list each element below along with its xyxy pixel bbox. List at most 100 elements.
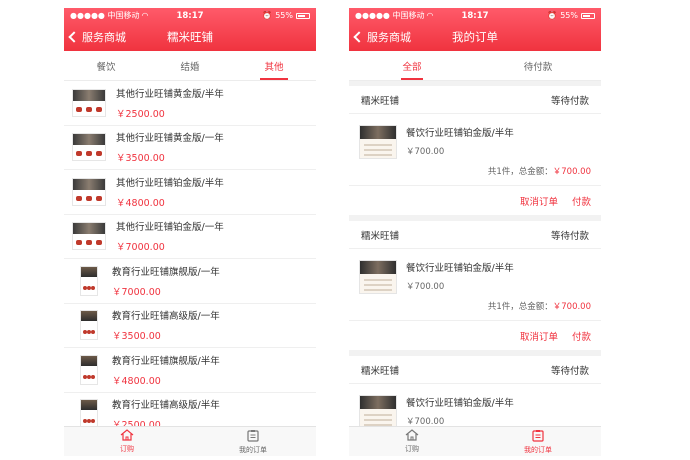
order-header: 糯米旺铺 等待付款 (349, 86, 601, 114)
order-card: 糯米旺铺 等待付款餐饮行业旺铺铂金版/半年￥700.00共1件，总金额：￥700.… (349, 356, 601, 426)
order-product-thumbnail (359, 395, 397, 426)
product-name: 教育行业旺铺高级版/一年 (112, 311, 220, 323)
product-price: ￥3500.00 (112, 331, 161, 343)
dish-dot (91, 330, 95, 335)
tabbar-label: 我的订单 (524, 445, 552, 454)
thumbnail-line (364, 414, 392, 416)
thumbnail-line (364, 289, 392, 291)
thumbnail-dishes (76, 151, 102, 157)
product-info: 其他行业旺铺黄金版/一年 ￥3500.00 (116, 130, 224, 164)
product-name: 其他行业旺铺黄金版/一年 (116, 133, 224, 145)
tab-all[interactable]: 全部 (349, 51, 475, 80)
thumbnail-line (364, 284, 392, 286)
product-price: ￥7000.00 (116, 242, 165, 254)
order-body[interactable]: 餐饮行业旺铺铂金版/半年￥700.00共1件，总金额：￥700.00 (349, 249, 601, 321)
dish-dot (86, 106, 92, 112)
product-info: 教育行业旺铺高级版/一年 ￥3500.00 (112, 308, 220, 342)
thumbnail-line (364, 144, 392, 146)
dish-dot (76, 195, 82, 201)
thumbnail-dishes (83, 374, 95, 380)
thumbnail-dishes (76, 106, 102, 112)
thumbnail-banner (81, 311, 97, 322)
shop-name: 糯米旺铺 (361, 365, 400, 377)
dish-dot (86, 151, 92, 157)
product-thumbnail (72, 88, 106, 117)
dish-dot (96, 195, 102, 201)
tabbar-item-order[interactable]: 订购 (64, 427, 190, 456)
tabbar-item-order[interactable]: 订购 (349, 427, 475, 456)
order-status: 等待付款 (550, 230, 589, 242)
tabbar-item-my-orders[interactable]: 我的订单 (190, 427, 316, 456)
bottom-tabbar: 订购 我的订单 (64, 426, 316, 456)
product-item[interactable]: 其他行业旺铺铂金版/半年 ￥4800.00 (64, 170, 316, 215)
pay-button[interactable]: 付款 (572, 329, 591, 343)
product-list: 其他行业旺铺黄金版/半年 ￥2500.00 其他行业旺铺黄金版/一年 ￥3500.00… (64, 81, 316, 426)
cancel-order-button[interactable]: 取消订单 (520, 329, 558, 343)
shop-name: 糯米旺铺 (361, 230, 400, 242)
product-item[interactable]: 其他行业旺铺黄金版/一年 ￥3500.00 (64, 126, 316, 170)
tab-pending-payment[interactable]: 待付款 (475, 51, 601, 80)
dish-dot (76, 240, 82, 246)
product-price: ￥4800.00 (112, 375, 161, 387)
order-status: 等待付款 (550, 365, 589, 377)
order-body[interactable]: 餐饮行业旺铺铂金版/半年￥700.00共1件，总金额：￥700.00 (349, 114, 601, 186)
tabbar-label: 订购 (120, 445, 134, 453)
product-info: 教育行业旺铺旗舰版/半年 ￥4800.00 (112, 353, 220, 387)
product-thumbnail (80, 310, 98, 341)
dish-dot (91, 419, 95, 424)
product-item[interactable]: 教育行业旺铺旗舰版/半年 ￥4800.00 (64, 348, 316, 393)
tab-catering[interactable]: 餐饮 (64, 51, 148, 80)
product-thumbnail (72, 222, 106, 251)
tabbar-label: 订购 (405, 445, 419, 453)
order-product-thumbnail (359, 125, 397, 159)
product-info: 教育行业旺铺旗舰版/一年 ￥7000.00 (112, 264, 220, 298)
back-button[interactable]: 服务商城 (353, 29, 411, 45)
tabbar-item-my-orders[interactable]: 我的订单 (475, 427, 601, 456)
order-total-amount: ￥700.00 (552, 167, 591, 177)
thumbnail-dishes (83, 419, 95, 424)
header: ●●●●● 中国移动 ◠ 18:17 ⏰ 55% 服务商城 糯米旺铺 (64, 8, 316, 51)
product-price: ￥2500.00 (112, 420, 161, 426)
product-item[interactable]: 其他行业旺铺黄金版/半年 ￥2500.00 (64, 81, 316, 126)
thumbnail-dishes (83, 330, 95, 335)
battery-icon (296, 12, 310, 19)
product-item[interactable]: 教育行业旺铺高级版/半年 ￥2500.00 (64, 393, 316, 426)
thumbnail-banner (73, 178, 105, 190)
product-list-screen: ●●●●● 中国移动 ◠ 18:17 ⏰ 55% 服务商城 糯米旺铺 餐饮 结婚 其… (64, 8, 316, 456)
home-icon (405, 429, 419, 443)
back-button[interactable]: 服务商城 (68, 29, 126, 45)
order-product-price: ￥700.00 (406, 417, 445, 426)
status-time: 18:17 (461, 10, 489, 21)
chevron-left-icon (353, 31, 365, 43)
dish-dot (91, 285, 95, 290)
dish-dot (96, 151, 102, 157)
product-thumbnail (80, 399, 98, 426)
battery-icon (581, 12, 595, 19)
product-thumbnail (80, 354, 98, 385)
tab-wedding[interactable]: 结婚 (148, 51, 232, 80)
order-card: 糯米旺铺 等待付款餐饮行业旺铺铂金版/半年￥700.00共1件，总金额：￥700.… (349, 221, 601, 350)
order-product-name: 餐饮行业旺铺铂金版/半年 (406, 128, 514, 139)
dish-dot (96, 240, 102, 246)
order-summary-label: 共1件，总金额： (487, 167, 553, 177)
status-bar: ●●●●● 中国移动 ◠ 18:17 ⏰ 55% (349, 8, 601, 23)
order-card: 糯米旺铺等待付款餐饮行业旺铺铂金版/半年￥700.00共1件，总金额：￥700.… (349, 86, 601, 215)
pay-button[interactable]: 付款 (572, 194, 591, 208)
thumbnail-banner (360, 261, 396, 274)
navbar: 服务商城 我的订单 (349, 23, 601, 51)
product-info: 其他行业旺铺黄金版/半年 ￥2500.00 (116, 86, 224, 120)
status-time: 18:17 (176, 10, 204, 21)
cancel-order-button[interactable]: 取消订单 (520, 194, 558, 208)
tab-other[interactable]: 其他 (232, 51, 316, 80)
thumbnail-banner (73, 89, 105, 101)
thumbnail-dishes (76, 195, 102, 201)
order-body[interactable]: 餐饮行业旺铺铂金版/半年￥700.00共1件，总金额：￥700.00 (349, 384, 601, 426)
product-item[interactable]: 其他行业旺铺铂金版/一年 ￥7000.00 (64, 215, 316, 259)
order-product-price: ￥700.00 (406, 147, 445, 157)
product-item[interactable]: 教育行业旺铺高级版/一年 ￥3500.00 (64, 304, 316, 348)
back-label: 服务商城 (82, 31, 126, 44)
page-title: 糯米旺铺 (167, 30, 213, 44)
dish-dot (91, 374, 95, 379)
product-item[interactable]: 教育行业旺铺旗舰版/一年 ￥7000.00 (64, 259, 316, 304)
thumbnail-banner (360, 396, 396, 409)
